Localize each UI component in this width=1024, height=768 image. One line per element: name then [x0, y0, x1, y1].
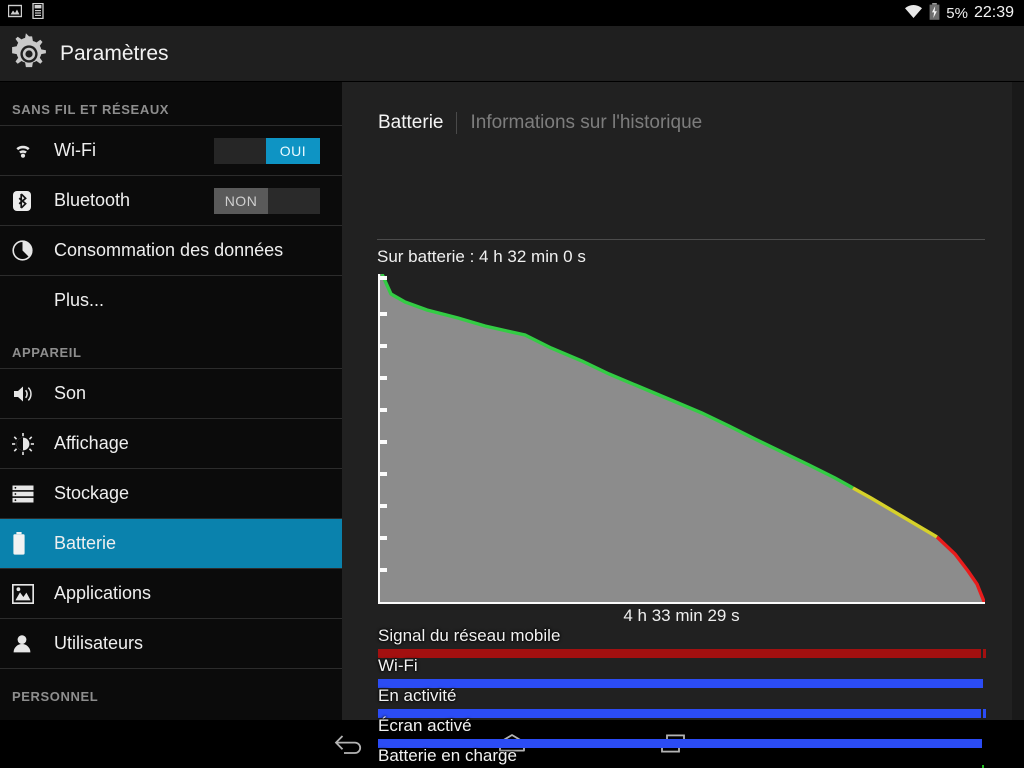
timeline-label: En activité: [378, 686, 457, 705]
y-axis-tick: [380, 276, 387, 280]
sidebar-item-label: Utilisateurs: [54, 633, 144, 653]
content-area: SANS FIL ET RÉSEAUX Wi-Fi OUI Bluetooth …: [0, 82, 1024, 768]
battery-percent-label: 5%: [946, 4, 968, 22]
sidebar-item-label: Batterie: [54, 533, 117, 553]
battery-level-chart: [378, 274, 985, 604]
y-axis-tick: [380, 376, 387, 380]
sidebar-item-wifi[interactable]: Wi-Fi OUI: [0, 126, 342, 175]
y-axis-tick: [380, 440, 387, 444]
wifi-toggle[interactable]: OUI: [214, 137, 320, 164]
sidebar-item-storage[interactable]: Stockage: [0, 469, 342, 518]
sidebar-item-label: Son: [54, 383, 87, 403]
display-icon: [12, 432, 42, 455]
settings-sidebar[interactable]: SANS FIL ET RÉSEAUX Wi-Fi OUI Bluetooth …: [0, 82, 342, 720]
chart-y-axis: [378, 274, 380, 604]
timeline-label: Batterie en charge: [378, 746, 517, 765]
sidebar-item-more[interactable]: Plus...: [0, 276, 342, 325]
screenshot-icon: [7, 4, 23, 23]
chart-x-axis: [378, 602, 985, 604]
battery-history-timeline: Signal du réseau mobile Wi-Fi En activit…: [377, 626, 986, 768]
timeline-bar-mobile-signal: [378, 649, 981, 658]
header-rule: [377, 239, 985, 240]
section-header-wireless: SANS FIL ET RÉSEAUX: [12, 102, 170, 117]
toggle-thumb-on[interactable]: OUI: [266, 137, 320, 164]
breadcrumb-battery[interactable]: Batterie: [378, 112, 443, 134]
panel-right-edge: [1012, 82, 1024, 720]
y-axis-tick: [380, 504, 387, 508]
status-bar: 5% 22:39: [0, 0, 1024, 26]
battery-area-fill: [378, 274, 985, 604]
status-bar-notifications: [0, 2, 44, 24]
y-axis-tick: [380, 344, 387, 348]
sidebar-item-display[interactable]: Affichage: [0, 419, 342, 468]
bluetooth-icon: [12, 189, 42, 213]
battery-charging-icon: [929, 2, 940, 24]
toggle-thumb-off[interactable]: NON: [214, 187, 268, 214]
sidebar-item-label: Bluetooth: [54, 190, 131, 210]
on-battery-label: Sur batterie : 4 h 32 min 0 s: [377, 247, 586, 266]
status-bar-system: 5% 22:39: [904, 2, 1024, 24]
apps-icon: [12, 583, 42, 604]
timeline-bar-tail: [983, 709, 986, 718]
section-header-personal: PERSONNEL: [12, 689, 99, 704]
sidebar-item-sound[interactable]: Son: [0, 369, 342, 418]
sidebar-item-label: Plus...: [54, 290, 105, 310]
timeline-label: Écran activé: [378, 716, 472, 735]
sidebar-item-label: Affichage: [54, 433, 129, 453]
users-icon: [12, 634, 42, 654]
sidebar-item-data-usage[interactable]: Consommation des données: [0, 226, 342, 275]
storage-icon: [12, 485, 42, 503]
data-usage-icon: [12, 240, 42, 261]
breadcrumb-separator: [456, 112, 458, 134]
timeline-row: Wi-Fi: [377, 656, 985, 688]
sidebar-item-applications[interactable]: Applications: [0, 569, 342, 618]
sidebar-item-label: Stockage: [54, 483, 130, 503]
wifi-icon: [12, 142, 42, 159]
y-axis-tick: [380, 568, 387, 572]
sidebar-item-label: Wi-Fi: [54, 140, 96, 160]
android-settings-screen: 5% 22:39 Paramètres SANS FIL ET RÉSEAUX: [0, 0, 1024, 768]
y-axis-tick: [380, 312, 387, 316]
sound-icon: [12, 384, 42, 404]
y-axis-tick: [380, 536, 387, 540]
breadcrumb: Batterie Informations sur l'historique: [342, 82, 1012, 134]
timeline-label: Wi-Fi: [378, 656, 418, 675]
y-axis-tick: [380, 408, 387, 412]
breadcrumb-history-info[interactable]: Informations sur l'historique: [470, 112, 702, 134]
battery-level-plot: [378, 274, 985, 604]
timeline-label: Signal du réseau mobile: [378, 626, 561, 645]
timeline-bar-wifi: [378, 679, 983, 688]
y-axis-tick: [380, 472, 387, 476]
bluetooth-toggle[interactable]: NON: [214, 187, 320, 214]
section-header-device: APPAREIL: [12, 345, 82, 360]
timeline-row: Signal du réseau mobile: [377, 626, 986, 658]
settings-gear-icon[interactable]: [0, 32, 58, 75]
page-title: Paramètres: [60, 41, 169, 65]
timeline-row: En activité: [377, 686, 986, 718]
sidebar-item-battery[interactable]: Batterie: [0, 519, 342, 568]
usb-debug-icon: [32, 2, 44, 24]
status-bar-clock: 22:39: [973, 4, 1014, 21]
sidebar-item-label: Applications: [54, 583, 152, 603]
battery-icon: [12, 532, 42, 555]
sidebar-item-label: Consommation des données: [54, 240, 284, 260]
sidebar-item-users[interactable]: Utilisateurs: [0, 619, 342, 668]
wifi-icon: [904, 4, 923, 23]
sidebar-item-bluetooth[interactable]: Bluetooth NON: [0, 176, 342, 225]
timeline-bar-tail: [983, 649, 986, 658]
action-bar: Paramètres: [0, 26, 1024, 82]
chart-duration-label: 4 h 33 min 29 s: [623, 606, 740, 625]
